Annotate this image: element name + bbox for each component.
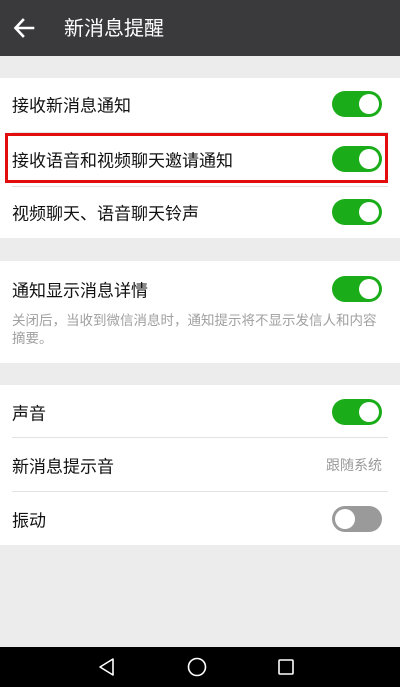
arrow-left-icon: [13, 18, 35, 38]
nav-back-button[interactable]: [92, 653, 122, 681]
row-label: 接收新消息通知: [12, 96, 131, 117]
row-call-ringtone: 视频聊天、语音聊天铃声: [0, 186, 400, 238]
toggle-knob: [359, 94, 379, 114]
row-new-message-notify: 接收新消息通知: [0, 78, 400, 130]
sound-toggle[interactable]: [332, 399, 382, 425]
row-label: 视频聊天、语音聊天铃声: [12, 204, 199, 225]
message-details-section: 通知显示消息详情 关闭后，当收到微信消息时，通知提示将不显示发信人和内容摘要。: [0, 261, 400, 363]
divider: [12, 437, 388, 438]
page-title: 新消息提醒: [64, 16, 164, 40]
new-message-notify-toggle[interactable]: [332, 91, 382, 117]
row-vibrate: 振动: [0, 493, 400, 545]
vibrate-toggle[interactable]: [332, 506, 382, 532]
row-label: 通知显示消息详情: [12, 281, 148, 302]
call-ringtone-toggle[interactable]: [332, 199, 382, 225]
row-label: 声音: [12, 404, 46, 425]
notification-section: 接收新消息通知 接收语音和视频聊天邀请通知 视频聊天、语音聊天铃声: [0, 78, 400, 238]
system-nav-bar: [0, 647, 400, 687]
voice-video-invite-toggle[interactable]: [332, 146, 382, 172]
back-button[interactable]: [8, 12, 40, 44]
row-label: 新消息提示音: [12, 457, 114, 478]
row-message-ringtone[interactable]: 新消息提示音 跟随系统: [0, 439, 400, 491]
show-message-details-toggle[interactable]: [332, 276, 382, 302]
row-label: 接收语音和视频聊天邀请通知: [12, 151, 233, 172]
row-voice-video-invite-notify: 接收语音和视频聊天邀请通知: [0, 133, 400, 185]
back-triangle-icon: [99, 658, 114, 676]
row-label: 振动: [12, 511, 46, 532]
toggle-knob: [359, 202, 379, 222]
row-show-message-details: 通知显示消息详情: [0, 263, 400, 315]
nav-home-button[interactable]: [182, 653, 212, 681]
toggle-knob: [359, 149, 379, 169]
toggle-knob: [335, 509, 355, 529]
ringtone-value: 跟随系统: [326, 458, 382, 474]
toggle-knob: [359, 279, 379, 299]
nav-recents-button[interactable]: [271, 653, 301, 681]
sound-section: 声音 新消息提示音 跟随系统 振动: [0, 385, 400, 545]
title-bar: 新消息提醒: [0, 0, 400, 56]
settings-screen: 新消息提醒 接收新消息通知 接收语音和视频聊天邀请通知 视频聊天、语音聊天铃声 …: [0, 0, 400, 687]
row-sound: 声音: [0, 386, 400, 438]
details-description: 关闭后，当收到微信消息时，通知提示将不显示发信人和内容摘要。: [12, 313, 377, 347]
divider: [12, 491, 388, 492]
toggle-knob: [359, 402, 379, 422]
home-circle-icon: [187, 657, 207, 677]
recents-square-icon: [278, 659, 294, 675]
